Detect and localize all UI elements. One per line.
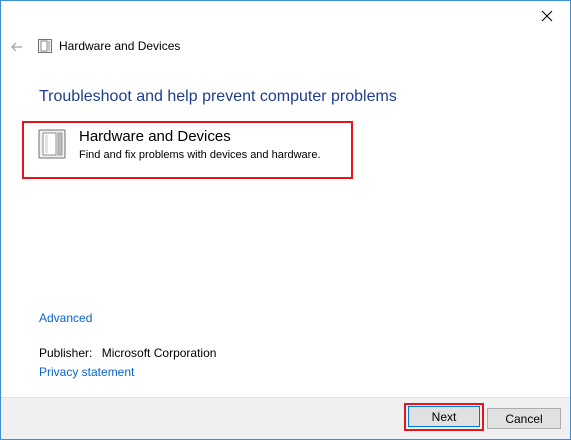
- advanced-link[interactable]: Advanced: [39, 311, 92, 325]
- page-heading: Troubleshoot and help prevent computer p…: [39, 88, 397, 105]
- next-button-highlight: Next: [404, 403, 484, 431]
- hardware-device-icon: [38, 129, 66, 159]
- troubleshooter-title: Hardware and Devices: [79, 128, 231, 145]
- next-button[interactable]: Next: [408, 406, 480, 427]
- publisher-info: Publisher: Microsoft Corporation: [39, 346, 216, 360]
- publisher-label: Publisher:: [39, 346, 93, 360]
- footer-bar: Next Cancel: [1, 397, 570, 439]
- troubleshooter-description: Find and fix problems with devices and h…: [79, 149, 321, 161]
- hardware-device-icon: [38, 39, 52, 53]
- troubleshooter-window: Hardware and Devices Troubleshoot and he…: [0, 0, 571, 440]
- publisher-value: Microsoft Corporation: [101, 346, 217, 360]
- close-icon: [541, 10, 553, 22]
- window-title: Hardware and Devices: [59, 39, 181, 53]
- close-button[interactable]: [524, 1, 570, 31]
- cancel-button[interactable]: Cancel: [487, 408, 561, 429]
- back-button[interactable]: [7, 37, 27, 57]
- troubleshooter-item-hardware[interactable]: Hardware and Devices Find and fix proble…: [22, 121, 353, 179]
- back-arrow-icon: [11, 42, 22, 52]
- privacy-statement-link[interactable]: Privacy statement: [39, 365, 134, 379]
